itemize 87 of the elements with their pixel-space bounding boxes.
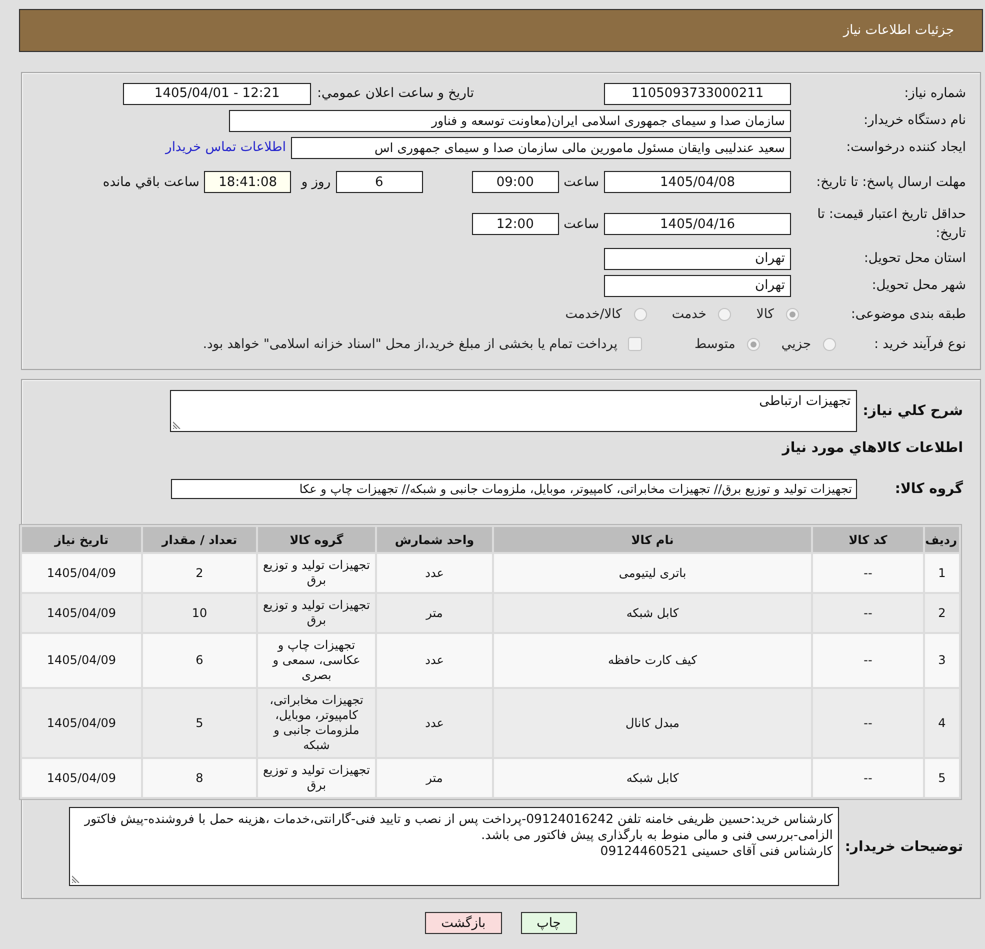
table-cell: کابل شبکه	[494, 594, 811, 632]
days-field[interactable]: 6	[336, 171, 423, 193]
table-cell: کیف کارت حافظه	[494, 634, 811, 687]
field-label: نام دستگاه خريدار:	[862, 112, 966, 130]
table-cell: تجهیزات تولید و توزیع برق	[258, 594, 375, 632]
table-cell: --	[813, 554, 923, 592]
field-label: شرح کلي نياز:	[862, 403, 963, 419]
table-cell: --	[813, 594, 923, 632]
deadline-date-field[interactable]: 1405/04/08	[604, 171, 791, 193]
table-cell: متر	[377, 594, 492, 632]
field-label: توضيحات خريدار:	[844, 838, 963, 854]
column-header: کد کالا	[813, 527, 923, 552]
table-cell: مبدل کانال	[494, 689, 811, 757]
table-cell: --	[813, 689, 923, 757]
field-label: استان محل تحويل:	[863, 250, 966, 268]
resize-grip-icon	[172, 421, 181, 429]
field-label: گروه کالا:	[894, 481, 963, 497]
field-label: ايجاد کننده درخواست:	[845, 139, 966, 157]
column-header: گروه کالا	[258, 527, 375, 552]
province-field[interactable]: تهران	[604, 248, 791, 270]
action-button[interactable]: چاپ	[520, 912, 577, 934]
table-cell: 10	[143, 594, 256, 632]
table-cell: --	[813, 634, 923, 687]
field-label: تاريخ و ساعت اعلان عمومي:	[317, 86, 474, 101]
table-cell: 6	[143, 634, 256, 687]
time-label: ساعت	[564, 216, 599, 232]
field-label: شماره نياز:	[903, 85, 966, 103]
category-option[interactable]: خدمت	[672, 306, 732, 322]
notes-field[interactable]: کارشناس خرید:حسین ظریفی خامنه تلفن 09124016242-پرداخت پس از نصب و تایید فنی-گارانتی،خدمات ،هزینه حمل با فروشنده-پیش فاکتور الزامی-بررسی فنی و مالی منوط به بارگذاری پیش فاکتور می باشد. کارشناس فنی آقای حسینی 09124460521	[68, 807, 839, 886]
field-label: شهر محل تحويل:	[870, 277, 966, 295]
field-label: نوع فرآيند خريد :	[873, 334, 966, 354]
field-label: حداقل تاريخ اعتبار قيمت: تا تاريخ:	[816, 206, 966, 243]
table-cell: تجهیزات مخابراتی، کامپیوتر، موبایل، ملزومات جانبی و شبکه	[258, 689, 375, 757]
column-header: تعداد / مقدار	[143, 527, 256, 552]
table-cell: 5	[925, 759, 959, 797]
table-cell: باتری لیتیومی	[494, 554, 811, 592]
table-cell: 5	[143, 689, 256, 757]
table-cell: 1405/04/09	[22, 689, 141, 757]
days-label: روز و	[301, 174, 331, 190]
treasury-option[interactable]: پرداخت تمام يا بخشی از مبلغ خريد،از محل "اسناد خزانه اسلامی" خواهد بود.	[202, 336, 642, 352]
table-cell: عدد	[377, 554, 492, 592]
description-field[interactable]: تجهیزات ارتباطی	[170, 390, 857, 432]
field-label: طبقه بندی موضوعی:	[850, 306, 966, 324]
table-cell: عدد	[377, 634, 492, 687]
validity-date-field[interactable]: 1405/04/16	[604, 213, 791, 235]
table-cell: 2	[143, 554, 256, 592]
column-header: واحد شمارش	[377, 527, 492, 552]
column-header: نام کالا	[494, 527, 811, 552]
category-option[interactable]: کالا	[756, 306, 799, 322]
time-label: ساعت	[564, 174, 599, 190]
table-cell: --	[813, 759, 923, 797]
field-label: مهلت ارسال پاسخ: تا تاريخ:	[815, 174, 966, 192]
table-cell: 8	[143, 759, 256, 797]
category-option[interactable]: کالا/خدمت	[565, 306, 647, 322]
table-cell: کابل شبکه	[494, 759, 811, 797]
remaining-label: ساعت باقي مانده	[102, 174, 200, 190]
table-cell: تجهیزات تولید و توزیع برق	[258, 554, 375, 592]
section-title: اطلاعات کالاهاي مورد نياز	[780, 439, 963, 457]
announce-date-field[interactable]: 1405/04/01 - 12:21	[123, 82, 312, 104]
goods-group-field[interactable]: تجهیزات تولید و توزیع برق// تجهیزات مخابراتی، کامپیوتر، موبایل، ملزومات جانبی و شبکه// تجهیزات چاپ و عکا	[171, 479, 857, 499]
resize-grip-icon	[72, 875, 80, 883]
requester-field[interactable]: سعید عندلیبی وایقان مسئول مامورین مالی سازمان صدا و سیمای جمهوری اس	[291, 136, 791, 158]
table-cell: تجهیزات تولید و توزیع برق	[258, 759, 375, 797]
contact-info-link[interactable]: اطلاعات تماس خريدار	[166, 140, 286, 155]
city-field[interactable]: تهران	[604, 274, 791, 296]
process-option[interactable]: متوسط	[694, 336, 760, 352]
table-cell: 1405/04/09	[22, 759, 141, 797]
page-title: جزئيات اطلاعات نياز	[843, 23, 954, 38]
remaining-time-field[interactable]: 18:41:08	[204, 171, 292, 193]
process-option[interactable]: جزيي	[781, 336, 836, 352]
table-cell: تجهیزات چاپ و عکاسی، سمعی و بصری	[258, 634, 375, 687]
table-cell: 4	[925, 689, 959, 757]
table-cell: 1405/04/09	[22, 554, 141, 592]
need-number-field[interactable]: 1105093733000211	[604, 82, 791, 104]
deadline-time-field[interactable]: 09:00	[472, 171, 559, 193]
buyer-name-field[interactable]: سازمان صدا و سیمای جمهوری اسلامی ایران(معاونت توسعه و فناور	[229, 110, 791, 132]
table-cell: 1	[925, 554, 959, 592]
table-cell: متر	[377, 759, 492, 797]
table-cell: 3	[925, 634, 959, 687]
action-button[interactable]: بازگشت	[425, 912, 502, 934]
validity-time-field[interactable]: 12:00	[472, 213, 559, 235]
column-header: ردیف	[925, 527, 959, 552]
table-cell: 1405/04/09	[22, 634, 141, 687]
column-header: تاریخ نیاز	[22, 527, 141, 552]
table-cell: عدد	[377, 689, 492, 757]
table-cell: 1405/04/09	[22, 594, 141, 632]
table-cell: 2	[925, 594, 959, 632]
